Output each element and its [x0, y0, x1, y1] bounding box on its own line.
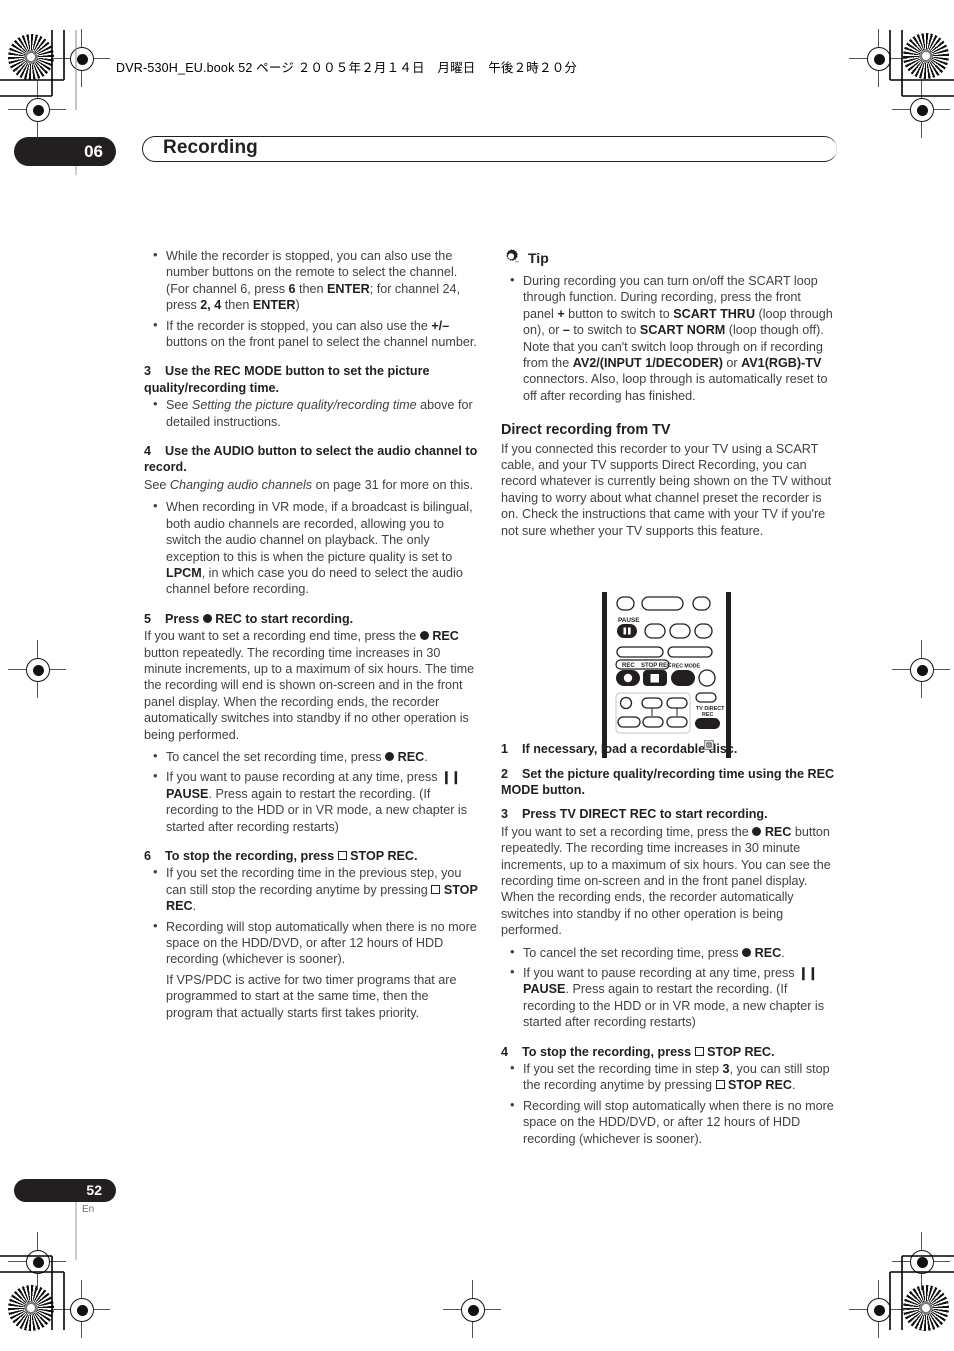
step-5-bullets: To cancel the set recording time, press …	[144, 748, 478, 835]
registration-target-top-right	[903, 33, 949, 79]
tip-bullets: During recording you can turn on/off the…	[501, 272, 835, 404]
registration-cross-bottom-right-lower	[892, 1232, 950, 1290]
page-title: Recording	[163, 137, 258, 158]
pause-icon: ❙❙	[798, 965, 818, 980]
step-3-tv-bullets: To cancel the set recording time, press …	[501, 944, 835, 1031]
step-3-bullets: See Setting the picture quality/recordin…	[144, 396, 478, 430]
registration-cross-top-right	[849, 29, 907, 87]
step-4-tv-bullets: If you set the recording time in step 3,…	[501, 1060, 835, 1147]
page-number-badge: 52	[14, 1179, 116, 1202]
step-4-body: See Changing audio channels on page 31 f…	[144, 477, 474, 492]
step-5-number: 5	[144, 611, 152, 626]
registration-cross-bottom-left-lower	[8, 1232, 66, 1290]
step-2-heading: 2 Set the picture quality/recording time …	[501, 766, 835, 797]
rec-dot-icon	[419, 631, 429, 641]
list-item: Recording will stop automatically when t…	[144, 918, 478, 968]
step-5-heading: 5 Press REC to start recording.	[144, 611, 354, 626]
tip-label: Tip	[528, 249, 549, 266]
list-item: When recording in VR mode, if a broadcas…	[144, 498, 478, 597]
left-column: While the recorder is stopped, you can a…	[144, 247, 478, 1027]
remote-label-rec: REC	[622, 663, 635, 669]
list-item: If the recorder is stopped, you can also…	[144, 317, 478, 351]
step-4-tv-number: 4	[501, 1044, 509, 1059]
step-4-heading: 4 Use the AUDIO button to select the audi…	[144, 444, 478, 475]
rec-dot-icon	[752, 826, 762, 836]
remote-label-stop-rec: STOP REC	[641, 663, 672, 669]
registration-cross-top-left-lower	[8, 80, 66, 138]
registration-cross-mid-right	[892, 640, 950, 698]
list-item: If you set the recording time in the pre…	[144, 864, 478, 914]
svg-text:™: ™	[515, 259, 519, 264]
list-item: Recording will stop automatically when t…	[501, 1097, 835, 1147]
step-4-tv-heading: 4 To stop the recording, press STOP REC.	[501, 1044, 775, 1059]
registration-target-bottom-right	[903, 1285, 949, 1331]
step-6-number: 6	[144, 849, 152, 863]
tip-heading: ™ Tip	[501, 248, 835, 268]
rec-dot-icon	[742, 947, 752, 957]
step-4-bullets: When recording in VR mode, if a broadcas…	[144, 498, 478, 597]
book-file-label: DVR-530H_EU.book 52 ページ ２００５年２月１４日 月曜日 午…	[116, 61, 578, 75]
step-5-body: If you want to set a recording end time,…	[144, 629, 475, 742]
registration-cross-top-left	[52, 29, 110, 87]
remote-label-rec-mode: REC MODE	[672, 664, 700, 670]
gear-icon: ™	[501, 248, 521, 268]
list-item: If you want to pause recording at any ti…	[144, 768, 478, 835]
list-item: If you set the recording time in step 3,…	[501, 1060, 835, 1094]
registration-cross-top-right-lower	[892, 80, 950, 138]
stop-square-icon	[694, 1046, 704, 1056]
registration-target-bottom-left	[8, 1285, 54, 1331]
step-3-heading: 3 Use the REC MODE button to set the pict…	[144, 364, 430, 395]
step-3-tv-number: 3	[501, 807, 509, 822]
registration-cross-mid-left	[8, 640, 66, 698]
step-3-number: 3	[144, 364, 152, 379]
step-6-heading: 6 To stop the recording, press STOP REC.	[144, 849, 418, 863]
list-item: While the recorder is stopped, you can a…	[144, 247, 478, 314]
list-item: To cancel the set recording time, press …	[501, 944, 835, 961]
remote-control-illustration: PAUSE REC STOP REC REC MODE TV DIRECT RE…	[598, 590, 746, 760]
stop-square-icon	[337, 851, 347, 860]
registration-cross-bottom-center	[443, 1280, 501, 1338]
list-item: To cancel the set recording time, press …	[144, 748, 478, 765]
pause-icon: ❙❙	[441, 770, 461, 785]
step-3-tv-body: If you want to set a recording time, pre…	[501, 824, 831, 938]
remote-label-pause: PAUSE	[618, 617, 640, 624]
step-4-number: 4	[144, 444, 152, 459]
step-6-bullets: If you set the recording time in the pre…	[144, 864, 478, 1021]
intro-bullet-list: While the recorder is stopped, you can a…	[144, 247, 478, 351]
rec-dot-icon	[385, 751, 395, 761]
step-3-tv-heading: 3 Press TV DIRECT REC to start recording.	[501, 807, 768, 822]
list-item: During recording you can turn on/off the…	[501, 272, 835, 404]
list-item: If you want to pause recording at any ti…	[501, 964, 835, 1031]
step-2-number: 2	[501, 766, 509, 781]
list-item: If VPS/PDC is active for two timer progr…	[166, 972, 457, 1020]
stop-square-icon	[431, 884, 441, 894]
manual-page: DVR-530H_EU.book 52 ページ ２００５年２月１４日 月曜日 午…	[0, 0, 954, 1351]
registration-target-top-left	[8, 34, 54, 80]
remote-label-tv-direct-line2: REC	[702, 712, 713, 718]
chapter-number-badge: 06	[14, 137, 116, 166]
stop-square-icon	[715, 1080, 725, 1090]
step-1-number: 1	[501, 742, 509, 757]
section-body-direct-recording: If you connected this recorder to your T…	[501, 441, 832, 538]
section-heading-direct-recording: Direct recording from TV	[501, 422, 671, 439]
list-item: See Setting the picture quality/recordin…	[144, 396, 478, 430]
rec-dot-icon	[202, 613, 212, 623]
page-language-label: En	[82, 1204, 95, 1215]
